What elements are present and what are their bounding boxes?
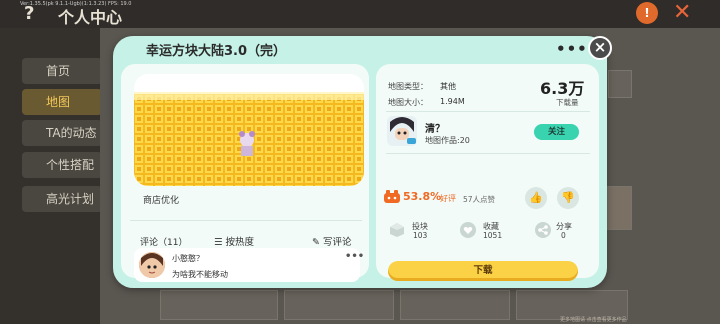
write-label: 写评论 xyxy=(322,237,352,248)
thumbs-down-icon[interactable]: 👎 xyxy=(557,187,579,209)
rating-percent: 53.8% xyxy=(403,190,442,203)
download-count-label: 下载量 xyxy=(556,98,579,107)
avatar[interactable] xyxy=(139,252,165,278)
author-avatar[interactable] xyxy=(387,116,417,146)
divider xyxy=(130,220,362,221)
map-title: 幸运方块大陆3.0（完） xyxy=(146,44,287,59)
map-type-label: 地图类型： xyxy=(388,82,428,91)
sort-by-heat-button[interactable]: ☰ 按热度 xyxy=(214,234,254,248)
map-thumbnail[interactable] xyxy=(606,186,632,230)
cube-icon[interactable] xyxy=(389,222,405,238)
rating-icon xyxy=(383,189,401,203)
help-icon[interactable]: ? xyxy=(24,3,34,24)
sort-icon: ☰ xyxy=(214,237,226,248)
comment-row xyxy=(134,248,360,282)
divider xyxy=(386,153,590,154)
page-close-icon[interactable]: ✕ xyxy=(673,0,691,25)
stat-favorite-value: 1051 xyxy=(483,231,503,240)
more-options-icon[interactable]: ••• xyxy=(556,40,588,58)
comment-text: 为啥我不能移动 xyxy=(172,270,228,279)
sidebar-item-home[interactable]: 首页 xyxy=(22,58,102,84)
footer-text: 更多地图请 点击查看更多作品 xyxy=(560,317,627,323)
download-count: 6.3万 xyxy=(540,79,585,98)
follow-button[interactable]: 关注 xyxy=(534,124,579,140)
dropdown[interactable] xyxy=(608,70,632,98)
stat-cube-value: 103 xyxy=(413,231,428,240)
map-type-value: 其他 xyxy=(440,82,456,91)
sidebar-item-maps[interactable]: 地图 xyxy=(22,89,102,115)
map-card[interactable] xyxy=(284,290,394,320)
map-card[interactable] xyxy=(160,290,278,320)
comments-label: 评论（11） xyxy=(140,238,188,248)
map-tag: 商店优化 xyxy=(143,196,180,206)
download-button[interactable]: 下载 xyxy=(388,261,578,281)
author-works: 地图作品:20 xyxy=(425,136,470,145)
heart-icon[interactable] xyxy=(460,222,476,238)
sidebar-item-activity[interactable]: TA的动态 xyxy=(22,120,102,146)
share-icon[interactable] xyxy=(535,222,551,238)
map-size-value: 1.94M xyxy=(440,97,465,106)
map-preview-image[interactable] xyxy=(134,74,364,186)
write-comment-button[interactable]: ✎ 写评论 xyxy=(312,234,352,248)
rating-good-label: 好评 xyxy=(440,194,456,203)
page-title: 个人中心 xyxy=(58,8,123,27)
rating-count: 57人点赞 xyxy=(463,195,496,204)
stat-share-value: 0 xyxy=(561,231,566,240)
thumbs-up-icon[interactable]: 👍 xyxy=(525,187,547,209)
sidebar-item-highlight[interactable]: 高光计划 xyxy=(22,186,102,212)
warning-icon[interactable]: ! xyxy=(636,2,658,24)
author-name[interactable]: 清？ xyxy=(425,120,445,135)
map-size-label: 地图大小： xyxy=(388,98,428,107)
close-button[interactable]: × xyxy=(588,36,612,60)
sort-label: 按热度 xyxy=(225,237,255,248)
sidebar-item-style[interactable]: 个性搭配 xyxy=(22,152,102,178)
comment-user[interactable]: 小憨憨？ xyxy=(172,253,204,264)
comment-more-icon[interactable]: ••• xyxy=(345,251,364,262)
map-card[interactable] xyxy=(400,290,510,320)
divider xyxy=(386,111,590,112)
edit-icon: ✎ xyxy=(312,237,323,248)
